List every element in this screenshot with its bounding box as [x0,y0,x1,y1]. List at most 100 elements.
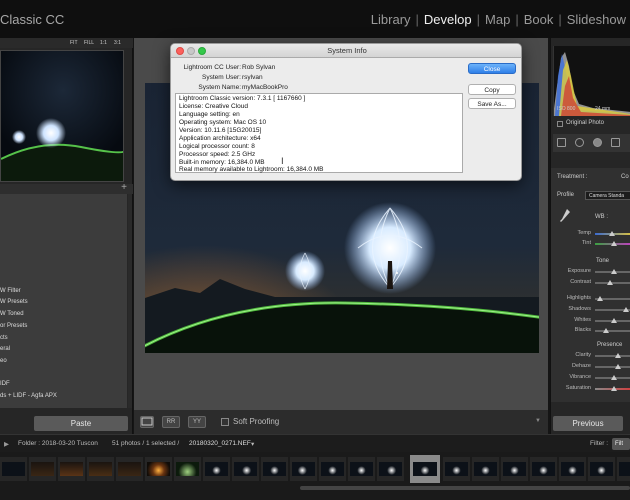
highlights-slider-thumb[interactable] [597,296,603,301]
filmstrip-thumbnail[interactable] [588,457,615,481]
preset-item[interactable]: cts [0,335,8,341]
module-picker: Library | Develop | Map | Book | Slideshow [370,12,626,27]
preset-item[interactable]: IDF [0,381,10,387]
preset-item[interactable]: W Filter [0,288,21,294]
filmstrip-thumbnail[interactable] [377,457,404,481]
preset-item[interactable]: or Presets [0,323,27,329]
iso-readout: ISO 800 [557,106,576,112]
filmstrip-thumbnail[interactable] [261,457,288,481]
filmstrip-thumbnail[interactable] [232,457,259,481]
dialog-titlebar[interactable]: System Info [171,44,521,58]
red-eye-icon[interactable] [593,138,602,147]
filmstrip-thumbnail[interactable] [29,457,56,481]
temp-slider-thumb[interactable] [609,231,615,236]
paste-button[interactable]: Paste [34,416,128,431]
clarity-slider-track[interactable] [595,355,630,357]
info-line: License: Creative Cloud [179,103,249,110]
filmstrip-thumbnail-selected[interactable] [410,455,440,483]
filmstrip-header: ▶ Folder : 2018-03-20 Tuscon 51 photos /… [0,434,630,452]
copy-button[interactable]: Copy [468,84,516,95]
blacks-slider-thumb[interactable] [603,328,609,333]
filmstrip-thumbnail[interactable] [290,457,317,481]
info-line: Version: 10.11.6 [15G20015] [179,127,262,134]
image-toolbar: RR YY Soft Proofing ▼ [134,410,548,434]
filmstrip-thumbnail[interactable] [501,457,528,481]
tool-strip [553,134,630,152]
close-button[interactable]: Close [468,63,516,74]
filmstrip-thumbnail[interactable] [145,457,172,481]
add-preset-icon[interactable]: + [121,182,127,193]
folder-breadcrumb[interactable]: Folder : 2018-03-20 Tuscon [18,440,98,447]
info-line: Application architecture: x64 [179,135,261,142]
spot-removal-icon[interactable] [575,138,584,147]
filmstrip-thumbnail[interactable] [443,457,470,481]
preset-item[interactable]: ds + LIDF - Agfa APX [0,393,57,399]
dehaze-slider-track[interactable] [595,366,630,368]
soft-proofing-checkbox[interactable] [221,418,229,426]
filmstrip [0,452,630,500]
preset-item[interactable]: eo [0,358,7,364]
zoom-3-1[interactable]: 3:1 [114,40,121,46]
before-after-button[interactable]: RR [162,416,180,428]
before-after-swap-button[interactable]: YY [188,416,206,428]
whites-slider-thumb[interactable] [611,318,617,323]
crop-icon[interactable] [557,138,566,147]
filmstrip-thumbnail[interactable] [617,457,630,481]
save-as-button[interactable]: Save As... [468,98,516,109]
zoom-fit[interactable]: FIT [70,40,78,46]
focal-length-readout: 24 mm [595,106,611,112]
filename-dropdown-icon[interactable]: ▾ [251,440,254,448]
original-photo-checkbox[interactable] [557,121,563,127]
previous-button[interactable]: Previous [553,416,623,431]
contrast-slider-thumb[interactable] [607,280,613,285]
dehaze-slider-thumb[interactable] [615,364,621,369]
filmstrip-thumbnail[interactable] [348,457,375,481]
filmstrip-thumbnail[interactable] [87,457,114,481]
selected-filename[interactable]: 20180320_0271.NEF [189,440,251,447]
presence-section: Presence Clarity Dehaze Vibrance Saturat… [551,340,630,402]
filmstrip-thumbnail[interactable] [58,457,85,481]
info-line: Built-in memory: 16,384.0 MB [179,159,265,166]
profile-dropdown[interactable]: Camera Standa [585,191,630,200]
filmstrip-scrollbar[interactable] [300,486,630,490]
blacks-slider-track[interactable] [595,330,630,332]
grid-nav-icon[interactable]: ▶ [4,440,9,448]
chevron-down-icon[interactable]: ▼ [535,418,541,424]
filmstrip-thumbnail[interactable] [203,457,230,481]
module-map[interactable]: Map [485,12,510,27]
soft-proofing-label: Soft Proofing [233,417,280,426]
zoom-1-1[interactable]: 1:1 [100,40,107,46]
module-book[interactable]: Book [524,12,554,27]
treatment-color-option[interactable]: Co [621,174,629,180]
navigator-preview[interactable] [0,50,124,182]
filmstrip-thumbnail[interactable] [559,457,586,481]
shadows-slider-thumb[interactable] [623,307,629,312]
slider-label-exposure: Exposure [567,268,591,274]
filmstrip-thumbnail[interactable] [174,457,201,481]
white-balance-selector-icon[interactable] [559,208,571,224]
clarity-slider-thumb[interactable] [615,353,621,358]
module-develop[interactable]: Develop [424,12,472,27]
system-info-textbox[interactable]: Lightroom Classic version: 7.3.1 [ 11676… [175,93,463,173]
saturation-slider-thumb[interactable] [611,386,617,391]
filmstrip-thumbnail[interactable] [319,457,346,481]
filmstrip-thumbnail[interactable] [472,457,499,481]
filmstrip-thumbnail[interactable] [530,457,557,481]
preset-item[interactable]: eral [0,346,10,352]
exposure-slider-thumb[interactable] [611,269,617,274]
module-library[interactable]: Library [371,12,411,27]
preset-item[interactable]: W Presets [0,299,28,305]
system-user-value: rsylvan [242,74,263,81]
filmstrip-thumbnail[interactable] [116,457,143,481]
preset-item[interactable]: W Toned [0,311,24,317]
top-bar: Classic CC Library | Develop | Map | Book | Slid… [0,0,630,38]
tint-slider-thumb[interactable] [611,241,617,246]
module-slideshow[interactable]: Slideshow [567,12,626,27]
loupe-view-button[interactable] [140,416,154,428]
zoom-fill[interactable]: FILL [84,40,94,46]
filter-dropdown[interactable]: Filt [612,438,630,450]
filmstrip-thumbnail[interactable] [0,457,27,481]
presets-scrollbar[interactable] [128,194,132,408]
vibrance-slider-thumb[interactable] [611,375,617,380]
graduated-filter-icon[interactable] [611,138,620,147]
